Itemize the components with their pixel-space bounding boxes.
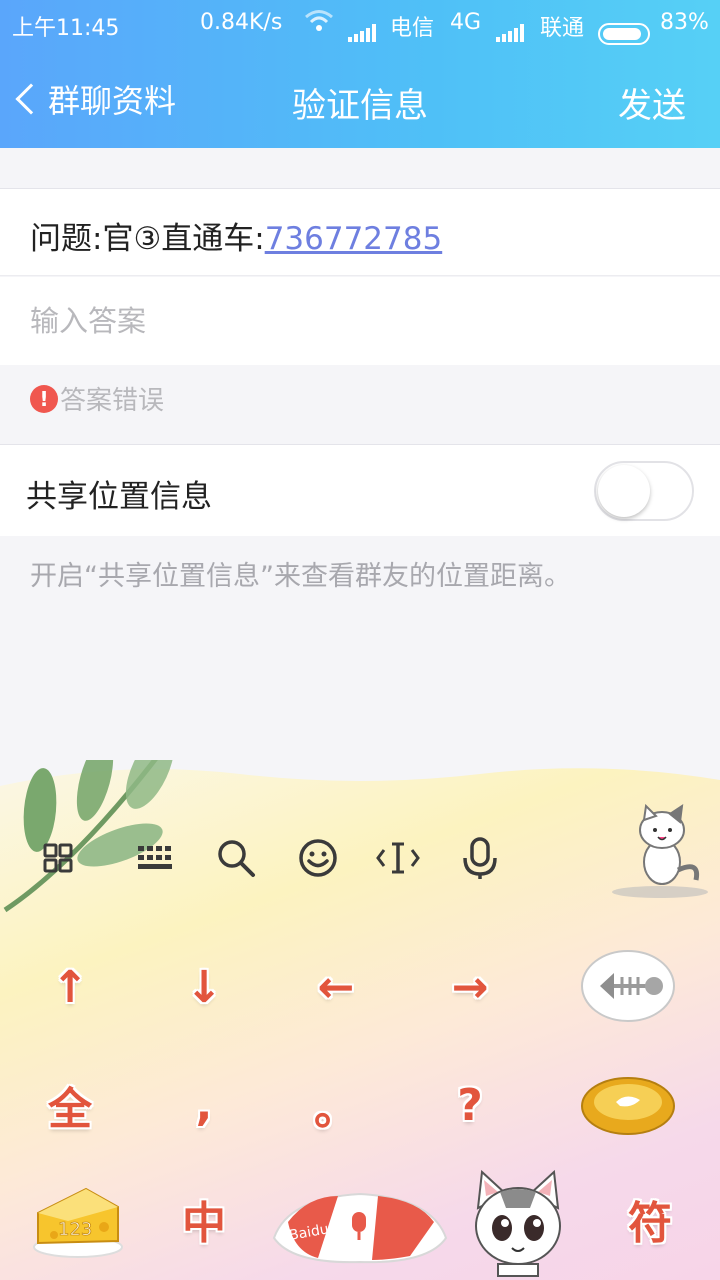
cushion-icon: Baidu — [272, 1192, 448, 1264]
enter-key[interactable] — [578, 1064, 678, 1144]
share-location-row: 共享位置信息 — [0, 444, 720, 536]
error-icon: ! — [30, 384, 58, 413]
full-width-key[interactable]: 全 — [20, 1060, 120, 1150]
backspace-key[interactable] — [578, 944, 678, 1028]
arrow-down-key[interactable]: ↓ — [154, 942, 254, 1032]
navigation-bar: 群聊资料 验证信息 发送 — [0, 60, 720, 136]
cat-sticker-icon — [612, 803, 708, 898]
status-bar: 上午11:45 0.84K/s 电信 4G 联通 83% — [0, 0, 720, 50]
arrow-up-key[interactable]: ↑ — [20, 942, 120, 1032]
header-bar: 上午11:45 0.84K/s 电信 4G 联通 83% 群聊资料 验证信息 发… — [0, 0, 720, 148]
chinese-mode-key[interactable]: 中 — [154, 1174, 254, 1264]
status-battery-percent: 83% — [660, 10, 709, 35]
error-text: 答案错误 — [60, 386, 165, 416]
question-text: 问题:官③直通车:736772785 — [30, 213, 442, 258]
grid-icon[interactable] — [28, 828, 88, 888]
share-location-hint: 开启“共享位置信息”来查看群友的位置距离。 — [30, 561, 571, 592]
status-speed: 0.84K/s — [200, 10, 283, 35]
send-button[interactable]: 发送 — [618, 78, 686, 127]
svg-text:123: 123 — [58, 1219, 92, 1240]
cheese-icon: 123 — [33, 1187, 123, 1258]
toggle-knob — [598, 465, 650, 517]
keyboard-icon[interactable] — [126, 828, 186, 888]
wifi-icon — [304, 8, 334, 40]
share-location-toggle[interactable] — [594, 461, 694, 521]
keyboard: ↑ ↓ ← → 全 , 。 ? 123 中 Baidu 符 — [0, 760, 720, 1280]
status-time: 上午11:45 — [12, 16, 120, 41]
numeric-key[interactable]: 123 — [28, 1170, 128, 1262]
answer-input[interactable] — [30, 295, 670, 347]
status-carrier-2: 联通 — [540, 16, 585, 41]
cat-face-key[interactable] — [470, 1168, 566, 1278]
status-carrier-1: 电信 — [390, 16, 435, 41]
cursor-icon[interactable] — [368, 828, 428, 888]
microphone-icon[interactable] — [450, 828, 510, 888]
bowl-icon — [581, 1077, 675, 1135]
cat-face-icon — [475, 1169, 561, 1277]
arrow-right-key[interactable]: → — [420, 942, 520, 1032]
period-key[interactable]: 。 — [286, 1060, 386, 1150]
question-prefix: 问题:官③直通车: — [30, 221, 265, 257]
share-location-label: 共享位置信息 — [26, 479, 212, 515]
answer-row — [0, 277, 720, 365]
question-mark-key[interactable]: ? — [420, 1060, 520, 1150]
question-row: 问题:官③直通车:736772785 — [0, 188, 720, 276]
arrow-left-key[interactable]: ← — [286, 942, 386, 1032]
status-network: 4G — [450, 10, 482, 35]
search-icon[interactable] — [206, 828, 266, 888]
emoji-icon[interactable] — [288, 828, 348, 888]
question-link[interactable]: 736772785 — [265, 221, 443, 257]
symbols-key[interactable]: 符 — [600, 1174, 700, 1264]
comma-key[interactable]: , — [154, 1060, 254, 1150]
page-title: 验证信息 — [292, 86, 428, 126]
fish-bone-plate-icon — [581, 950, 675, 1022]
space-key[interactable]: Baidu — [268, 1172, 452, 1268]
error-message: ! 答案错误 — [30, 380, 164, 417]
